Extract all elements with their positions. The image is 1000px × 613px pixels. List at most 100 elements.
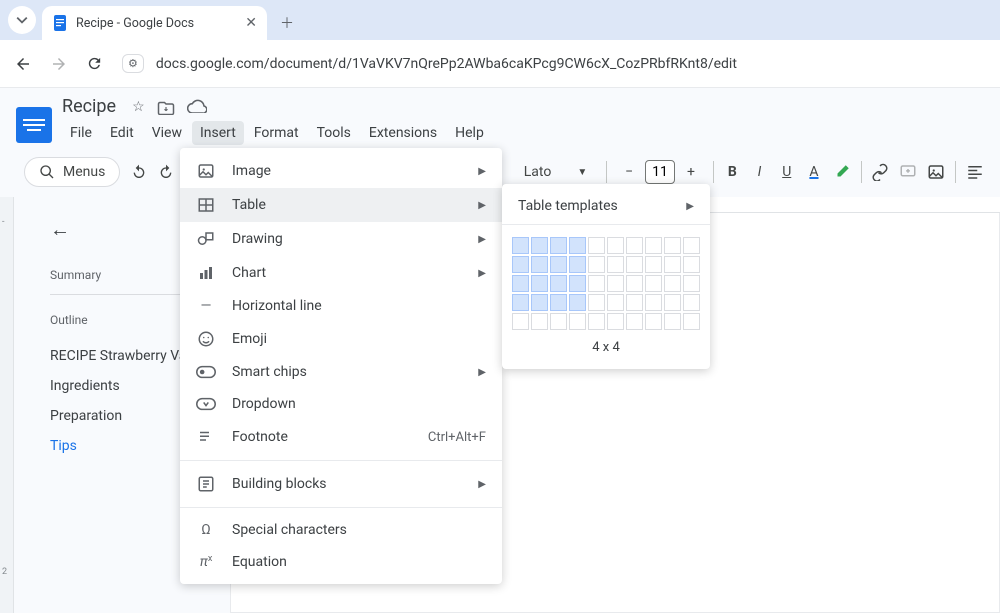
grid-cell[interactable] <box>626 237 643 254</box>
grid-cell[interactable] <box>645 237 662 254</box>
docs-logo-icon[interactable] <box>16 107 52 143</box>
grid-cell[interactable] <box>550 256 567 273</box>
align-button[interactable] <box>966 160 984 184</box>
insert-image-button[interactable] <box>927 160 945 184</box>
back-button[interactable] <box>14 55 34 73</box>
grid-cell[interactable] <box>588 275 605 292</box>
grid-cell[interactable] <box>512 237 529 254</box>
new-tab-button[interactable]: ＋ <box>273 9 301 37</box>
highlight-button[interactable] <box>833 160 851 184</box>
grid-cell[interactable] <box>569 256 586 273</box>
decrease-font-button[interactable]: − <box>617 160 641 184</box>
menu-item-building-blocks[interactable]: Building blocks▶ <box>180 467 502 501</box>
site-settings-icon[interactable]: ⚙ <box>122 54 144 73</box>
menu-help[interactable]: Help <box>447 121 492 145</box>
grid-cell[interactable] <box>569 237 586 254</box>
url-text[interactable]: docs.google.com/document/d/1VaVKV7nQrePp… <box>156 56 737 72</box>
insert-link-button[interactable] <box>871 160 889 184</box>
menu-file[interactable]: File <box>62 121 100 145</box>
grid-cell[interactable] <box>626 313 643 330</box>
grid-cell[interactable] <box>683 294 700 311</box>
grid-cell[interactable] <box>512 275 529 292</box>
cloud-status-icon[interactable] <box>187 99 207 115</box>
grid-cell[interactable] <box>664 275 681 292</box>
menu-item-horizontal-line[interactable]: — Horizontal line <box>180 290 502 322</box>
menus-search[interactable]: Menus <box>24 157 120 187</box>
menu-format[interactable]: Format <box>246 121 307 145</box>
grid-cell[interactable] <box>683 256 700 273</box>
menu-view[interactable]: View <box>144 121 190 145</box>
grid-cell[interactable] <box>607 256 624 273</box>
text-color-button[interactable]: A <box>805 160 822 184</box>
reload-button[interactable] <box>86 55 106 72</box>
grid-cell[interactable] <box>607 294 624 311</box>
forward-button[interactable] <box>50 55 70 73</box>
undo-button[interactable] <box>130 160 147 184</box>
grid-cell[interactable] <box>683 313 700 330</box>
close-tab-icon[interactable]: ✕ <box>245 15 257 31</box>
underline-button[interactable]: U <box>778 160 795 184</box>
menu-item-emoji[interactable]: Emoji <box>180 322 502 356</box>
grid-cell[interactable] <box>626 256 643 273</box>
menu-extensions[interactable]: Extensions <box>361 121 445 145</box>
grid-cell[interactable] <box>569 294 586 311</box>
grid-cell[interactable] <box>626 294 643 311</box>
grid-cell[interactable] <box>664 256 681 273</box>
menu-edit[interactable]: Edit <box>102 121 142 145</box>
grid-cell[interactable] <box>683 275 700 292</box>
font-family-select[interactable]: Lato ▼ <box>515 159 597 185</box>
redo-button[interactable] <box>158 160 175 184</box>
menu-insert[interactable]: Insert <box>192 121 244 145</box>
grid-cell[interactable] <box>664 313 681 330</box>
menu-item-table-templates[interactable]: Table templates ▶ <box>502 194 710 224</box>
grid-cell[interactable] <box>664 294 681 311</box>
grid-cell[interactable] <box>550 313 567 330</box>
grid-cell[interactable] <box>512 313 529 330</box>
grid-cell[interactable] <box>531 237 548 254</box>
grid-cell[interactable] <box>588 256 605 273</box>
grid-cell[interactable] <box>550 275 567 292</box>
italic-button[interactable]: I <box>751 160 768 184</box>
menu-item-image[interactable]: Image▶ <box>180 154 502 188</box>
add-comment-button[interactable] <box>899 160 917 184</box>
grid-cell[interactable] <box>588 294 605 311</box>
grid-cell[interactable] <box>550 294 567 311</box>
grid-cell[interactable] <box>531 256 548 273</box>
grid-cell[interactable] <box>531 313 548 330</box>
font-size-input[interactable] <box>645 160 675 184</box>
table-size-grid[interactable] <box>502 237 710 330</box>
menu-item-table[interactable]: Table▶ <box>180 188 502 222</box>
grid-cell[interactable] <box>645 275 662 292</box>
menu-item-special-characters[interactable]: Ω Special characters <box>180 514 502 546</box>
grid-cell[interactable] <box>512 256 529 273</box>
grid-cell[interactable] <box>531 275 548 292</box>
tab-search-button[interactable] <box>8 6 36 34</box>
grid-cell[interactable] <box>569 275 586 292</box>
increase-font-button[interactable]: + <box>679 160 703 184</box>
grid-cell[interactable] <box>664 237 681 254</box>
grid-cell[interactable] <box>588 237 605 254</box>
menu-item-chart[interactable]: Chart▶ <box>180 256 502 290</box>
menu-item-drawing[interactable]: Drawing▶ <box>180 222 502 256</box>
grid-cell[interactable] <box>550 237 567 254</box>
menu-item-equation[interactable]: πx Equation <box>180 546 502 578</box>
grid-cell[interactable] <box>683 237 700 254</box>
star-icon[interactable]: ☆ <box>132 99 145 115</box>
grid-cell[interactable] <box>607 275 624 292</box>
menu-item-dropdown[interactable]: Dropdown <box>180 388 502 420</box>
menu-item-smart-chips[interactable]: Smart chips▶ <box>180 356 502 388</box>
document-title[interactable]: Recipe <box>62 96 116 117</box>
menu-item-footnote[interactable]: FootnoteCtrl+Alt+F <box>180 420 502 454</box>
grid-cell[interactable] <box>645 256 662 273</box>
menu-tools[interactable]: Tools <box>309 121 359 145</box>
grid-cell[interactable] <box>645 313 662 330</box>
grid-cell[interactable] <box>607 237 624 254</box>
browser-tab[interactable]: Recipe - Google Docs ✕ <box>42 6 267 40</box>
grid-cell[interactable] <box>645 294 662 311</box>
grid-cell[interactable] <box>607 313 624 330</box>
grid-cell[interactable] <box>588 313 605 330</box>
grid-cell[interactable] <box>569 313 586 330</box>
grid-cell[interactable] <box>531 294 548 311</box>
bold-button[interactable]: B <box>724 160 741 184</box>
move-icon[interactable] <box>157 99 175 115</box>
